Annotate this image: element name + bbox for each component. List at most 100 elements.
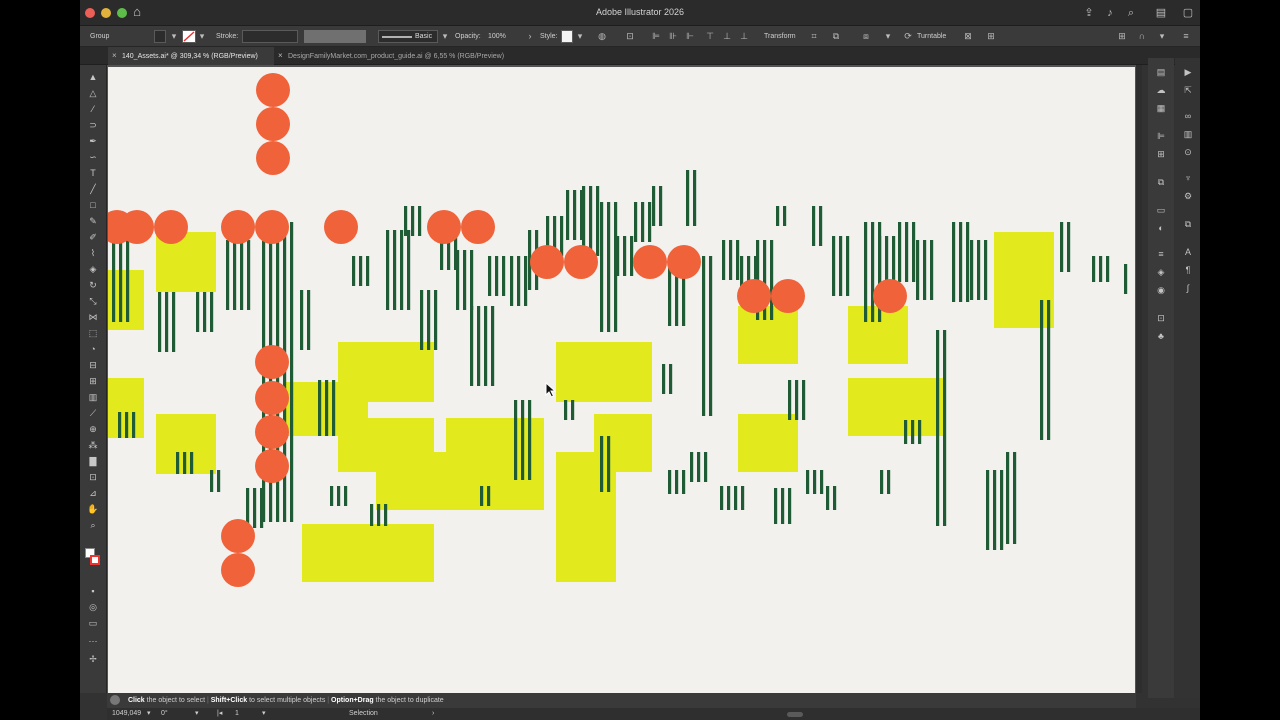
graph-icon[interactable]: ▇: [86, 455, 100, 467]
green-stripe[interactable]: [788, 380, 792, 420]
green-stripe[interactable]: [325, 380, 329, 436]
green-stripe[interactable]: [491, 306, 495, 386]
green-stripe[interactable]: [959, 222, 963, 302]
green-stripe[interactable]: [923, 240, 927, 300]
green-stripe[interactable]: [290, 222, 294, 522]
green-stripe[interactable]: [528, 400, 532, 480]
green-stripe[interactable]: [434, 290, 438, 350]
chevron-down-icon[interactable]: ▾: [262, 708, 266, 720]
scale-icon[interactable]: ⤡: [86, 295, 100, 307]
line-tool-icon[interactable]: ╱: [86, 183, 100, 195]
orange-circle[interactable]: [530, 245, 564, 279]
align-center-icon[interactable]: ⊪: [667, 30, 679, 43]
artboard[interactable]: [108, 67, 1135, 693]
green-stripe[interactable]: [1013, 452, 1017, 544]
green-stripe[interactable]: [819, 206, 823, 246]
green-stripe[interactable]: [616, 236, 620, 276]
green-stripe[interactable]: [404, 206, 408, 236]
green-stripe[interactable]: [659, 186, 663, 226]
green-stripe[interactable]: [781, 488, 785, 524]
green-stripe[interactable]: [669, 364, 673, 394]
green-stripe[interactable]: [456, 250, 460, 310]
green-stripe[interactable]: [634, 202, 638, 242]
green-stripe[interactable]: [704, 452, 708, 482]
orange-circle[interactable]: [221, 553, 255, 587]
share-icon[interactable]: ⇪: [1082, 6, 1096, 20]
green-stripe[interactable]: [571, 400, 575, 420]
chevron-right-icon[interactable]: ›: [524, 30, 536, 43]
orange-circle[interactable]: [154, 210, 188, 244]
glyphs-panel-icon[interactable]: ∫: [1182, 282, 1194, 294]
green-stripe[interactable]: [514, 400, 518, 480]
yellow-rectangle[interactable]: [376, 452, 544, 510]
green-stripe[interactable]: [734, 486, 738, 510]
green-stripe[interactable]: [411, 206, 415, 236]
orange-circle[interactable]: [256, 107, 290, 141]
green-stripe[interactable]: [1092, 256, 1096, 282]
chevron-down-icon[interactable]: ▾: [196, 30, 208, 43]
green-stripe[interactable]: [916, 240, 920, 300]
green-stripe[interactable]: [564, 400, 568, 420]
green-stripe[interactable]: [709, 256, 713, 416]
green-stripe[interactable]: [183, 452, 187, 474]
green-stripe[interactable]: [1000, 470, 1004, 550]
graphic-style-swatch[interactable]: [561, 30, 573, 43]
green-stripe[interactable]: [1124, 264, 1128, 294]
edit-toolbar-icon[interactable]: ✢: [86, 653, 100, 665]
zoom-icon[interactable]: ⌕: [86, 519, 100, 531]
arrange-icon[interactable]: ⧉: [830, 30, 842, 43]
green-stripe[interactable]: [307, 290, 311, 350]
green-stripe[interactable]: [344, 486, 348, 506]
orange-circle[interactable]: [324, 210, 358, 244]
green-stripe[interactable]: [1040, 300, 1044, 440]
links-panel-icon[interactable]: ∞: [1182, 110, 1194, 122]
document-info-icon[interactable]: ▥: [1182, 128, 1194, 140]
green-stripe[interactable]: [720, 486, 724, 510]
green-stripe[interactable]: [1099, 256, 1103, 282]
green-stripe[interactable]: [729, 240, 733, 280]
chevron-down-icon[interactable]: ▾: [168, 30, 180, 43]
appearance-panel-icon[interactable]: ◉: [1155, 284, 1167, 296]
chevron-right-icon[interactable]: ›: [432, 708, 434, 720]
chevron-down-icon[interactable]: ▾: [574, 30, 586, 43]
green-stripe[interactable]: [484, 306, 488, 386]
green-stripe[interactable]: [966, 222, 970, 302]
green-stripe[interactable]: [427, 290, 431, 350]
green-stripe[interactable]: [119, 232, 123, 322]
green-stripe[interactable]: [970, 240, 974, 300]
green-stripe[interactable]: [662, 364, 666, 394]
shaper-icon[interactable]: ⌇: [86, 247, 100, 259]
puppet-icon[interactable]: ♆: [1182, 172, 1194, 184]
green-stripe[interactable]: [247, 240, 251, 310]
pen-tool-icon[interactable]: ✒: [86, 135, 100, 147]
green-stripe[interactable]: [833, 486, 837, 510]
stroke-swatch[interactable]: [182, 30, 196, 43]
green-stripe[interactable]: [832, 236, 836, 296]
orange-circle[interactable]: [255, 449, 289, 483]
rectangle-tool-icon[interactable]: □: [86, 199, 100, 211]
green-stripe[interactable]: [300, 290, 304, 350]
green-stripe[interactable]: [905, 222, 909, 282]
align-middle-icon[interactable]: ⊥: [721, 30, 733, 43]
orange-circle[interactable]: [564, 245, 598, 279]
green-stripe[interactable]: [984, 240, 988, 300]
green-stripe[interactable]: [407, 230, 411, 310]
green-stripe[interactable]: [641, 202, 645, 242]
artboard-number[interactable]: 1: [235, 708, 239, 720]
perspective-icon[interactable]: ⊟: [86, 359, 100, 371]
vertical-scrollbar[interactable]: [1136, 65, 1142, 693]
green-stripe[interactable]: [260, 488, 264, 528]
green-stripe[interactable]: [400, 230, 404, 310]
green-stripe[interactable]: [477, 306, 481, 386]
variable-width-profile[interactable]: [304, 30, 366, 43]
fill-swatch[interactable]: [154, 30, 166, 43]
green-stripe[interactable]: [736, 240, 740, 280]
green-stripe[interactable]: [420, 290, 424, 350]
green-stripe[interactable]: [741, 486, 745, 510]
green-stripe[interactable]: [697, 452, 701, 482]
green-stripe[interactable]: [386, 230, 390, 310]
artwork-group[interactable]: [108, 67, 1135, 693]
stroke-panel-icon[interactable]: ▭: [1155, 204, 1167, 216]
green-stripe[interactable]: [352, 256, 356, 286]
menu-panel-icon[interactable]: ≡: [1155, 248, 1167, 260]
